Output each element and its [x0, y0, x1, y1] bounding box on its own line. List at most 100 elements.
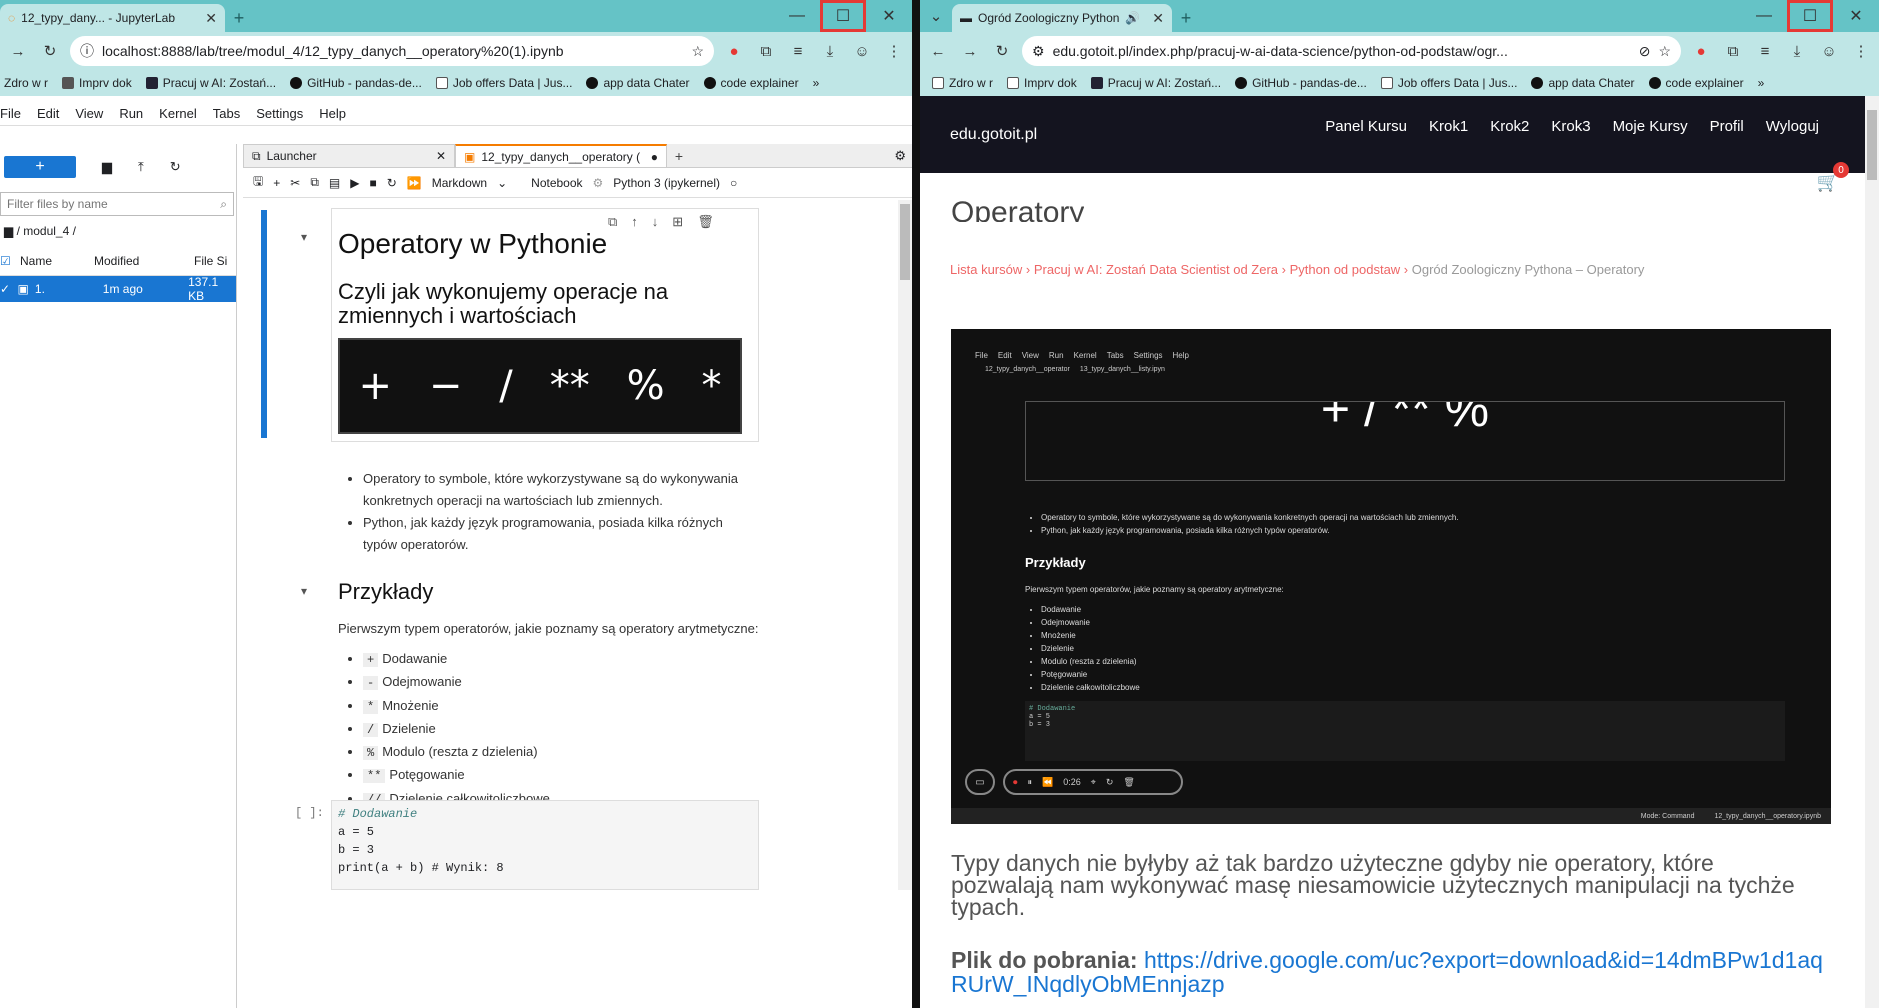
bookmark-item[interactable]: GitHub - pandas-de... [1235, 76, 1367, 90]
menu-file[interactable]: File [0, 106, 21, 121]
right-address-bar[interactable]: ⚙ edu.gotoit.pl/index.php/pracuj-w-ai-da… [1022, 36, 1681, 66]
tab-launcher[interactable]: ⧉ Launcher ✕ [243, 144, 455, 167]
nav-item[interactable]: Panel Kursu [1325, 118, 1407, 135]
reload-icon[interactable]: ↻ [38, 39, 62, 63]
close-window-button[interactable]: ✕ [866, 0, 912, 32]
adblock-icon[interactable]: ● [1689, 39, 1713, 63]
bookmarks-overflow[interactable]: » [1758, 76, 1765, 90]
insert-below-icon[interactable]: ⊞ [672, 214, 683, 230]
save-icon[interactable]: 🖫 [253, 172, 263, 193]
right-browser-tab[interactable]: ▬ Ogród Zoologiczny Python 🔊 ✕ [952, 4, 1172, 32]
maximize-button[interactable]: ☐ [820, 0, 866, 32]
refresh-icon[interactable]: ↻ [170, 159, 181, 175]
bookmarks-overflow[interactable]: » [813, 76, 820, 90]
info-icon[interactable]: ⓘ [80, 41, 94, 61]
minimize-button[interactable]: — [774, 0, 820, 32]
rewind-icon[interactable]: ⏪ [1042, 777, 1053, 788]
collapse-icon[interactable]: ▾ [301, 584, 307, 598]
restart-icon[interactable]: ↻ [1106, 777, 1114, 788]
col-name[interactable]: Name [18, 254, 94, 268]
forward-icon[interactable]: → [6, 39, 30, 63]
insert-cell-icon[interactable]: + [273, 176, 280, 190]
search-icon[interactable]: ⌕ [1786, 172, 1796, 193]
forward-icon[interactable]: → [958, 39, 982, 63]
duplicate-icon[interactable]: ⧉ [608, 214, 617, 230]
new-launcher-button[interactable]: + [4, 156, 76, 178]
adblock-icon[interactable]: ● [722, 39, 746, 63]
minimize-button[interactable]: — [1741, 0, 1787, 32]
notebook-scrollbar[interactable] [898, 200, 912, 890]
stop-icon[interactable]: ■ [369, 176, 376, 190]
file-row[interactable]: ✓ ▣ 1. 1m ago 137.1 KB [0, 275, 236, 303]
bookmark-item[interactable]: GitHub - pandas-de... [290, 76, 422, 90]
site-brand[interactable]: edu.gotoit.pl [950, 126, 1037, 144]
bookmark-item[interactable]: Pracuj w AI: Zostań... [145, 76, 276, 90]
cell-type-select[interactable]: Markdown [432, 176, 487, 190]
new-tab-button[interactable]: + [1172, 4, 1200, 32]
unsaved-dot-icon[interactable]: ● [651, 150, 658, 164]
upload-icon[interactable]: ⤒ [138, 159, 144, 175]
restart-icon[interactable]: ↻ [387, 176, 397, 190]
col-modified[interactable]: Modified [94, 254, 194, 268]
cart-icon[interactable]: 🛒 0 [1817, 162, 1849, 193]
bookmark-item[interactable]: Imprv dok [62, 76, 132, 90]
bookmark-item[interactable]: Imprv dok [1007, 76, 1077, 90]
nav-item[interactable]: Krok1 [1429, 118, 1468, 135]
tab-notebook[interactable]: ▣ 12_typy_danych__operatory (● [455, 144, 667, 167]
notebook-label[interactable]: Notebook [531, 176, 582, 190]
download-icon[interactable]: ⤓ [818, 39, 842, 63]
record-stop-icon[interactable]: ⏺ [1013, 777, 1018, 788]
run-all-icon[interactable]: ⏩ [407, 176, 422, 190]
new-folder-icon[interactable]: ▆ [102, 159, 112, 175]
page-scrollbar[interactable] [1865, 96, 1879, 1008]
copy-icon[interactable]: ⧉ [310, 175, 319, 190]
maximize-button[interactable]: ☐ [1787, 0, 1833, 32]
paste-icon[interactable]: ▤ [329, 176, 340, 190]
kernel-name[interactable]: Python 3 (ipykernel) [613, 176, 720, 190]
nav-item[interactable]: Wyloguj [1766, 118, 1819, 135]
reload-icon[interactable]: ↻ [990, 39, 1014, 63]
media-icon[interactable]: ≡ [786, 39, 810, 63]
delete-icon[interactable]: 🗑 [697, 214, 714, 230]
bookmark-item[interactable]: app data Chater [586, 76, 690, 90]
menu-help[interactable]: Help [319, 106, 346, 121]
bookmark-item[interactable]: app data Chater [1531, 76, 1635, 90]
target-icon[interactable]: ⌖ [1091, 777, 1096, 788]
nav-item[interactable]: Moje Kursy [1613, 118, 1688, 135]
menu-edit[interactable]: Edit [37, 106, 59, 121]
tab-search-icon[interactable]: ⌄ [924, 4, 948, 28]
site-info-icon[interactable]: ⚙ [1032, 43, 1045, 60]
pause-icon[interactable]: ⏸ [1028, 777, 1033, 788]
code-cell[interactable]: # Dodawanie a = 5 b = 3 print(a + b) # W… [331, 800, 759, 890]
run-icon[interactable]: ▶ [350, 176, 359, 190]
close-window-button[interactable]: ✕ [1833, 0, 1879, 32]
cut-icon[interactable]: ✂ [290, 176, 300, 190]
nav-item[interactable]: Krok2 [1490, 118, 1529, 135]
bookmark-item[interactable]: code explainer [703, 76, 799, 90]
close-tab-icon[interactable]: ✕ [205, 10, 217, 27]
download-icon[interactable]: ⤓ [1785, 39, 1809, 63]
property-inspector-icon[interactable]: ⚙ [888, 148, 912, 164]
camera-icon[interactable]: ▭ [965, 769, 995, 795]
menu-run[interactable]: Run [119, 106, 143, 121]
close-icon[interactable]: ✕ [436, 149, 446, 163]
profile-icon[interactable]: ☺ [850, 39, 874, 63]
bookmark-item[interactable]: Job offers Data | Jus... [435, 76, 572, 90]
bookmark-star-icon[interactable]: ☆ [1658, 43, 1671, 60]
breadcrumb-link[interactable]: Python od podstaw [1290, 262, 1401, 277]
bookmark-item[interactable]: Job offers Data | Jus... [1380, 76, 1517, 90]
extensions-icon[interactable]: ⧉ [1721, 39, 1745, 63]
select-all-checkbox[interactable]: ☑ [0, 254, 18, 268]
col-size[interactable]: File Si [194, 254, 227, 268]
bookmark-item[interactable]: Zdro w r [4, 76, 48, 90]
menu-settings[interactable]: Settings [256, 106, 303, 121]
new-tab-button[interactable]: + [225, 4, 253, 32]
menu-icon[interactable]: ⋮ [1849, 39, 1873, 63]
video-player[interactable]: File Edit View Run Kernel Tabs Settings Help 12… [951, 329, 1831, 824]
breadcrumb-link[interactable]: Pracuj w AI: Zostań Data Scientist od Ze… [1034, 262, 1278, 277]
menu-view[interactable]: View [75, 106, 103, 121]
nav-item[interactable]: Profil [1710, 118, 1744, 135]
new-notebook-tab-button[interactable]: + [667, 144, 691, 167]
extensions-icon[interactable]: ⧉ [754, 39, 778, 63]
breadcrumb-link[interactable]: Lista kursów [950, 262, 1022, 277]
